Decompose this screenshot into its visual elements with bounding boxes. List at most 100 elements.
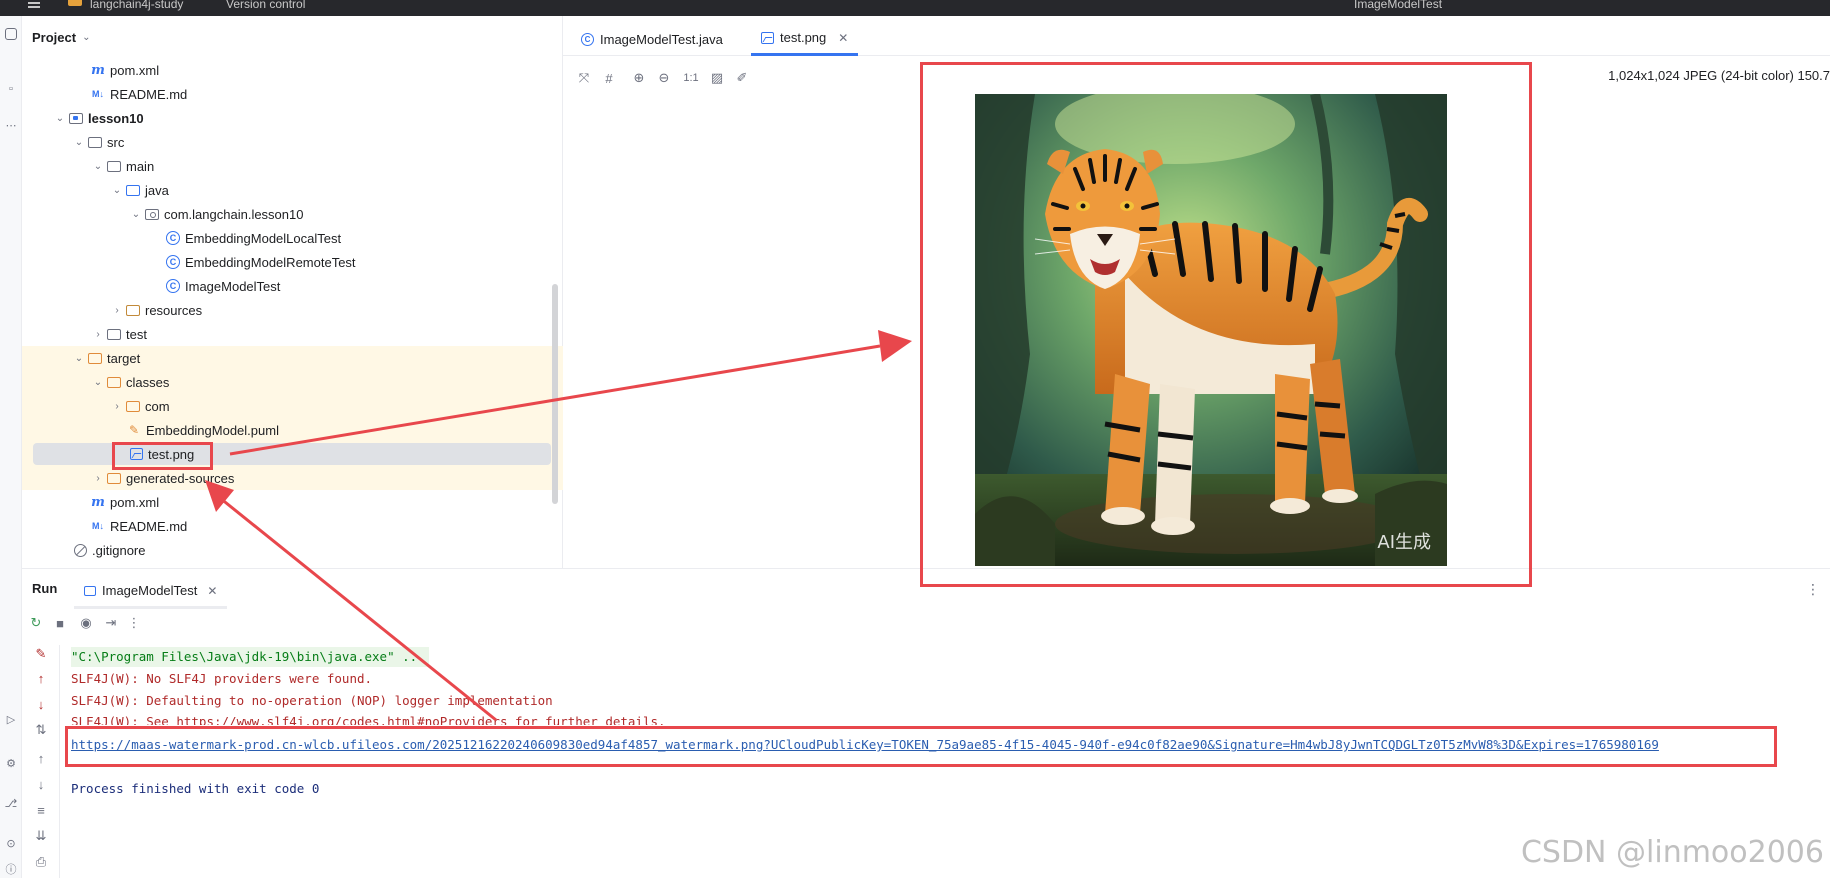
tree-item[interactable]: ⌄ classes (22, 370, 563, 394)
excluded-folder-icon (107, 472, 121, 484)
tree-item[interactable]: m pom.xml (22, 490, 563, 514)
tree-item[interactable]: › test (22, 322, 563, 346)
chevron-right-icon[interactable]: › (90, 329, 106, 340)
tree-item[interactable]: ⌄ target (22, 346, 563, 370)
title-bar: langchain4j-study Version control ImageM… (0, 0, 1830, 16)
debug-tool-icon[interactable]: ⚙ (4, 756, 18, 770)
rerun-icon[interactable]: ↻ (27, 614, 45, 632)
tree-item-selected[interactable]: test.png (22, 442, 563, 466)
markdown-icon: M↓ (92, 89, 104, 99)
project-tool-icon[interactable] (5, 28, 17, 40)
tree-item[interactable]: › generated-sources (22, 466, 563, 490)
tree-item[interactable]: ⌄ lesson10 (22, 106, 563, 130)
tree-item-label: EmbeddingModel.puml (146, 422, 279, 438)
chevron-right-icon[interactable]: › (90, 473, 106, 484)
module-folder-icon (69, 112, 83, 124)
tree-item[interactable]: m pom.xml (22, 58, 563, 82)
tree-item-label: README.md (110, 518, 188, 534)
tree-item-label: com.langchain.lesson10 (164, 206, 304, 222)
chevron-down-icon[interactable]: ⌄ (128, 209, 144, 220)
exit-icon[interactable]: ⇥ (102, 614, 120, 632)
class-icon: C (166, 231, 180, 245)
chevron-down-icon[interactable]: ⌄ (52, 113, 68, 124)
clear-icon[interactable]: ✎ (32, 645, 50, 663)
project-logo-icon (68, 0, 82, 6)
folder-icon (107, 160, 121, 172)
more-options-icon[interactable]: ⋮ (1806, 581, 1820, 598)
arrow-up-icon[interactable]: ↑ (32, 669, 50, 687)
services-tool-icon[interactable]: ⎇ (4, 796, 18, 810)
more-icon[interactable]: ⋮ (125, 614, 143, 632)
soft-wrap-icon[interactable]: ≡ (32, 801, 50, 819)
main-menu-icon[interactable] (28, 2, 40, 4)
tab-label: ImageModelTest.java (600, 31, 723, 47)
zoom-out-icon[interactable]: ⊖ (655, 69, 673, 87)
arrow-down-icon[interactable]: ↓ (32, 695, 50, 713)
tree-item-label: pom.xml (110, 494, 160, 510)
grid-icon[interactable]: # (600, 69, 618, 87)
chevron-right-icon[interactable]: › (109, 305, 125, 316)
tree-scrollbar[interactable] (552, 284, 558, 504)
actual-size-button[interactable]: 1:1 (680, 69, 702, 87)
ignore-icon (73, 543, 87, 557)
chevron-down-icon[interactable]: ⌄ (90, 161, 106, 172)
terminal-tool-icon[interactable]: ⊙ (4, 836, 18, 850)
fit-to-window-icon[interactable]: ⤧ (575, 69, 593, 87)
chevron-down-icon[interactable]: ⌄ (90, 377, 106, 388)
chevron-right-icon[interactable]: › (109, 401, 125, 412)
tab-test-png[interactable]: test.png ✕ (751, 22, 859, 56)
print-icon[interactable]: ⎙ (32, 853, 50, 871)
project-panel: Project ⌄ m pom.xml M↓ README.md ⌄ lesso… (22, 16, 563, 568)
tree-item[interactable]: ⌄ com.langchain.lesson10 (22, 202, 563, 226)
color-picker-icon[interactable]: ✐ (733, 69, 751, 87)
sort-icon[interactable]: ⇅ (32, 721, 50, 739)
stop-icon[interactable]: ■ (51, 614, 69, 632)
tree-item-label: EmbeddingModelRemoteTest (185, 254, 356, 270)
tree-item[interactable]: M↓ README.md (22, 82, 563, 106)
chevron-down-icon: ⌄ (82, 32, 91, 43)
run-panel: Run ImageModelTest ✕ ⋮ ↻ ■ ◉ ⇥ ⋮ ✎ ↑ ↓ ⇅… (22, 568, 1830, 878)
tree-item[interactable]: ⌄ src (22, 130, 563, 154)
tree-item-label: target (107, 350, 141, 366)
class-icon: C (166, 255, 180, 269)
plantuml-icon: ✎ (128, 423, 140, 437)
more-tools-icon[interactable]: ⋯ (4, 118, 18, 132)
class-icon: C (166, 279, 180, 293)
close-icon[interactable]: ✕ (838, 31, 848, 45)
tree-item[interactable]: › resources (22, 298, 563, 322)
folder-icon (88, 136, 102, 148)
project-panel-header[interactable]: Project ⌄ (32, 30, 90, 45)
run-tool-icon[interactable]: ▷ (4, 712, 18, 726)
tree-item[interactable]: C ImageModelTest (22, 274, 563, 298)
scroll-up-icon[interactable]: ↑ (32, 749, 50, 767)
scroll-to-end-icon[interactable]: ⇊ (32, 827, 50, 845)
camera-icon[interactable]: ◉ (77, 614, 95, 632)
run-tab[interactable]: ImageModelTest ✕ (74, 575, 228, 609)
project-name[interactable]: langchain4j-study (90, 0, 183, 10)
run-config-selector[interactable]: ImageModelTest (1354, 0, 1442, 10)
tree-item[interactable]: C EmbeddingModelLocalTest (22, 226, 563, 250)
tree-item-label: ImageModelTest (185, 278, 281, 294)
annotation-box-image (920, 62, 1532, 587)
problems-tool-icon[interactable]: ⓘ (4, 862, 18, 876)
close-icon[interactable]: ✕ (207, 584, 217, 598)
tree-item[interactable]: M↓ README.md (22, 514, 563, 538)
chevron-down-icon[interactable]: ⌄ (109, 185, 125, 196)
tree-item[interactable]: ⌄ java (22, 178, 563, 202)
chevron-down-icon[interactable]: ⌄ (71, 353, 87, 364)
tree-item[interactable]: C EmbeddingModelRemoteTest (22, 250, 563, 274)
markdown-icon: M↓ (92, 521, 104, 531)
structure-tool-icon[interactable]: ▫ (4, 82, 18, 96)
tab-imagemodeltest-java[interactable]: C ImageModelTest.java (571, 22, 733, 56)
tree-item[interactable]: ✎ EmbeddingModel.puml (22, 418, 563, 442)
chevron-down-icon[interactable]: ⌄ (71, 137, 87, 148)
scroll-down-icon[interactable]: ↓ (32, 775, 50, 793)
tree-item-label: main (126, 158, 155, 174)
tab-label: test.png (780, 30, 827, 45)
background-toggle-icon[interactable]: ▨ (708, 69, 726, 87)
zoom-in-icon[interactable]: ⊕ (630, 69, 648, 87)
tree-item[interactable]: › com (22, 394, 563, 418)
tree-item[interactable]: ⌄ main (22, 154, 563, 178)
tree-item[interactable]: .gitignore (22, 538, 563, 562)
vcs-widget[interactable]: Version control (226, 0, 305, 10)
